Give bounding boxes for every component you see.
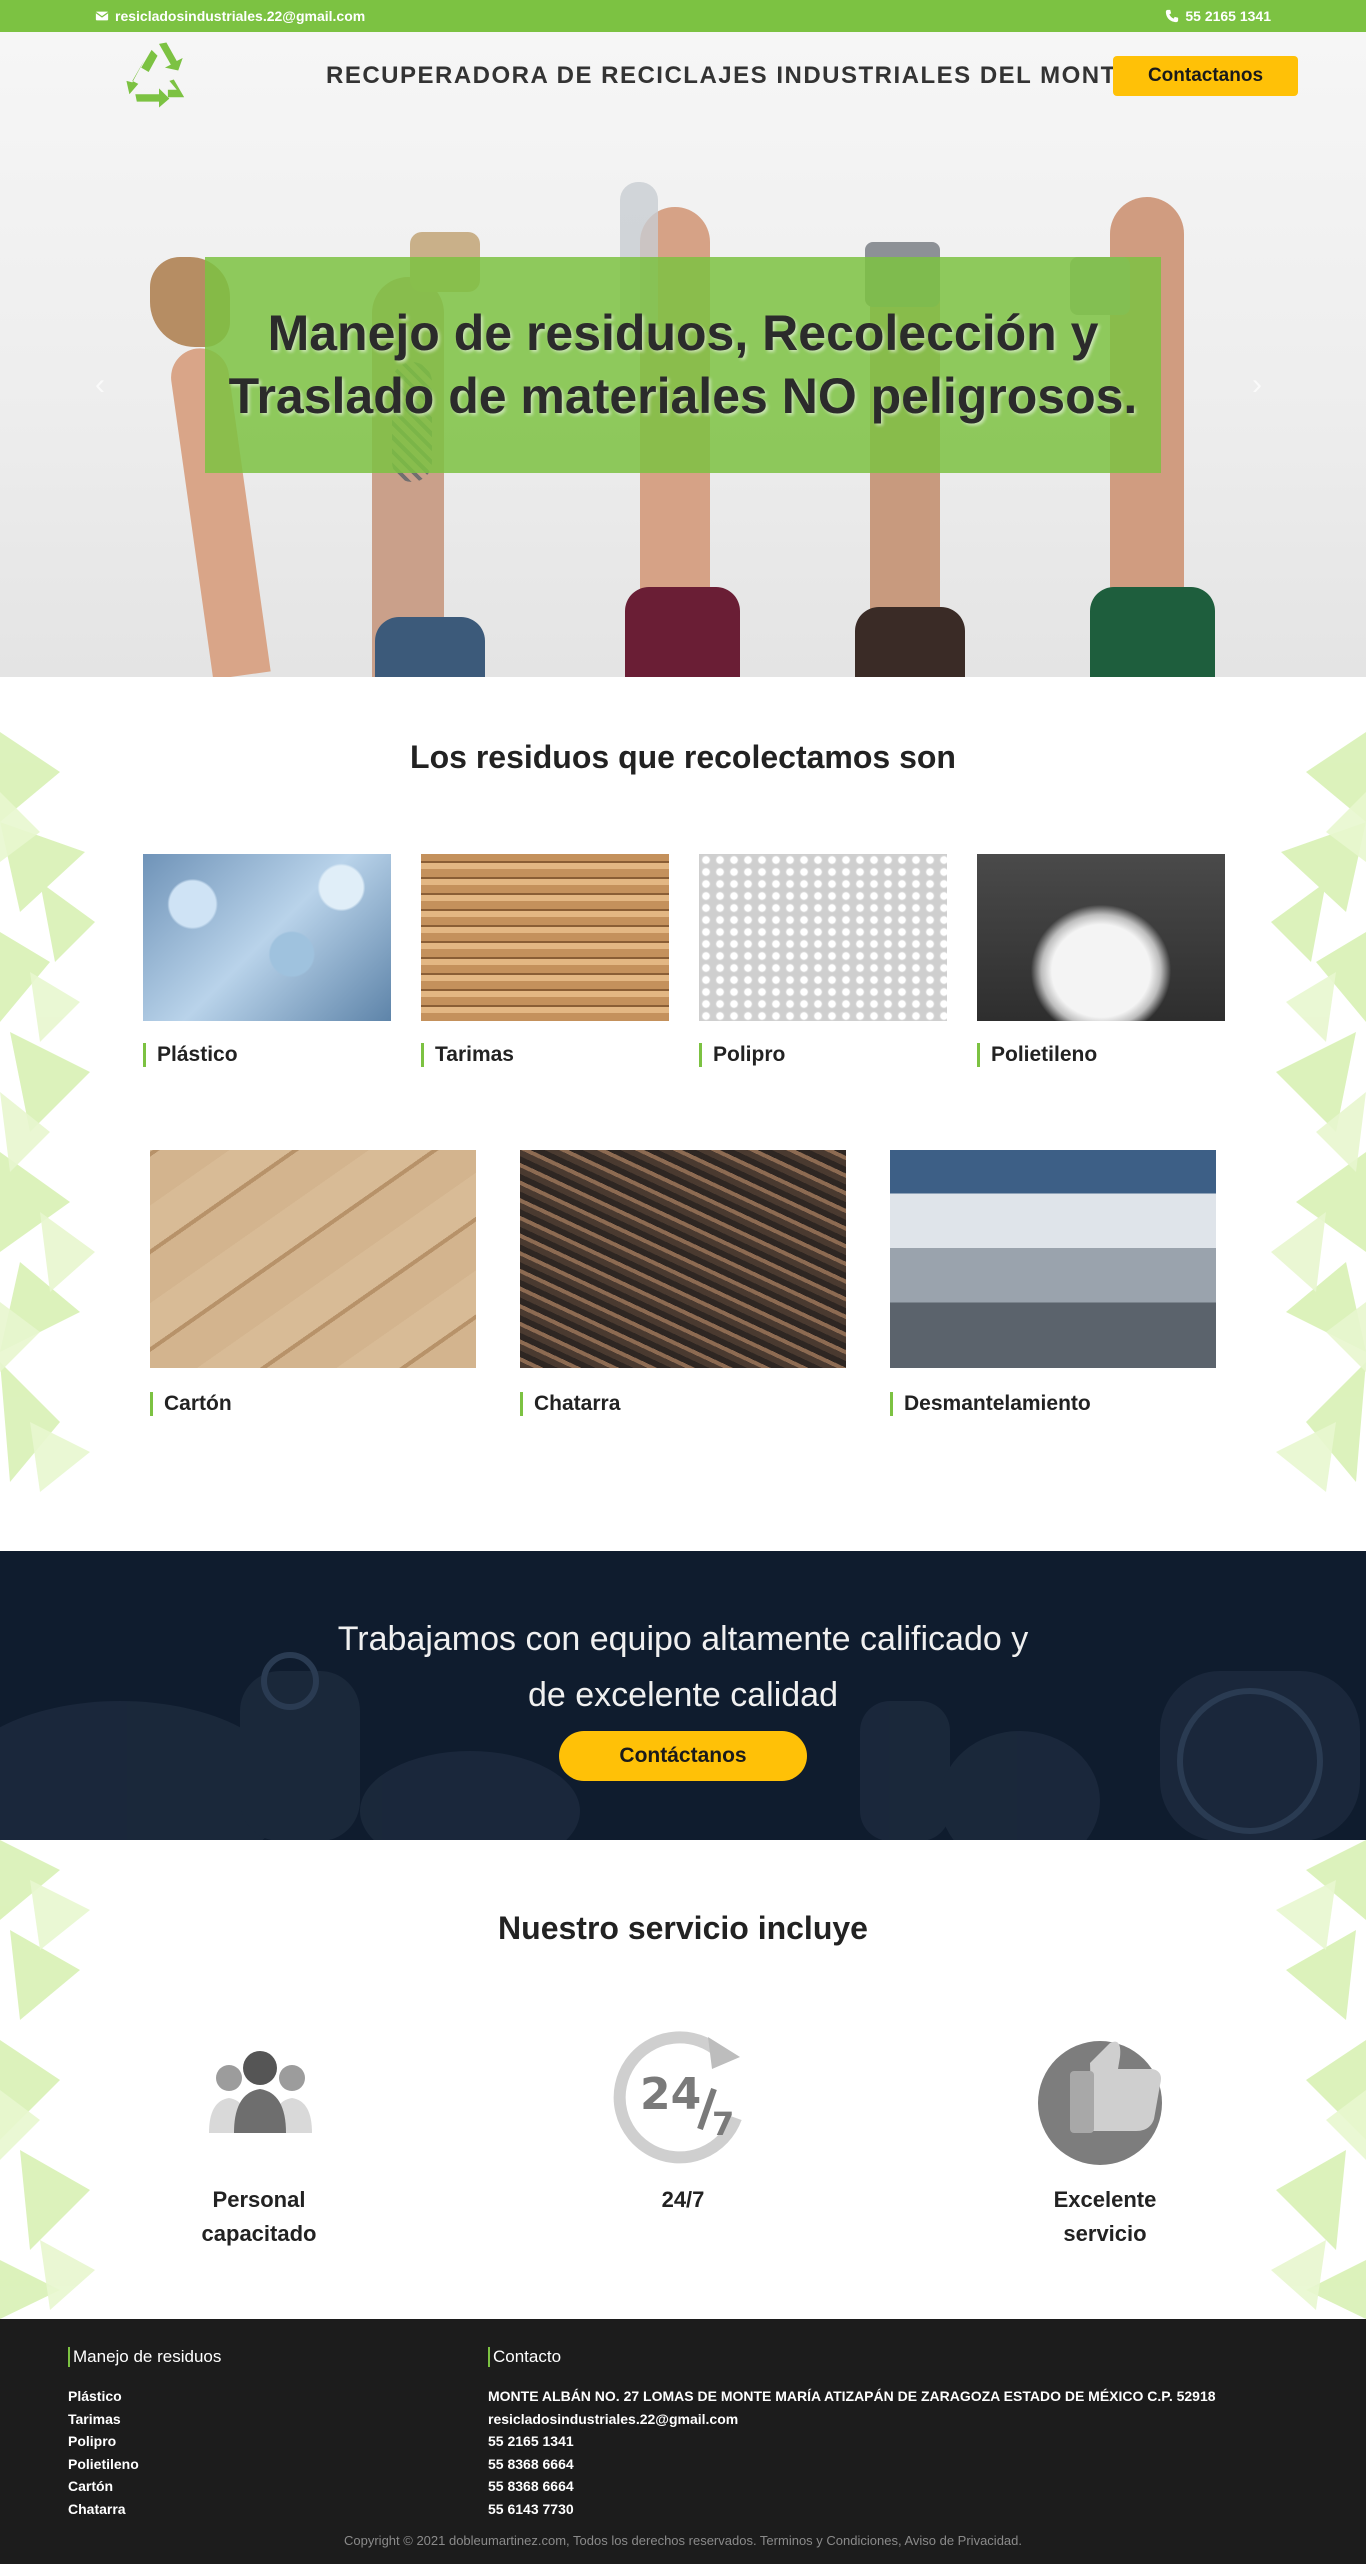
hero-carousel: RECUPERADORA DE RECICLAJES INDUSTRIALES … [0,32,1366,677]
site-footer: Manejo de residuos Plástico Tarimas Poli… [0,2319,1366,2564]
services-section: Nuestro servicio incluye Personal capaci… [0,1840,1366,2319]
waste-types-title: Los residuos que recolectamos son [410,739,956,775]
footer-link[interactable]: Chatarra [68,2498,221,2521]
footer-link[interactable]: Plástico [68,2385,221,2408]
svg-text:7: 7 [712,2105,734,2143]
triangle-pattern-left [0,732,95,1492]
waste-card-cardboard[interactable]: Cartón [150,1150,476,1416]
waste-card-label: Polietileno [977,1043,1225,1067]
pallets-image [421,854,669,1021]
waste-card-scrap[interactable]: Chatarra [520,1150,846,1416]
waste-card-label: Desmantelamiento [890,1392,1216,1416]
topbar-phone-text: 55 2165 1341 [1185,8,1271,24]
hero-headline: Manejo de residuos, Recolección y Trasla… [228,305,1138,424]
triangle-pattern-right [1271,732,1366,1492]
triangle-pattern-left [0,1840,95,2319]
top-contact-bar: resicladosindustriales.22@gmail.com 55 2… [0,0,1366,32]
footer-phone[interactable]: 55 6143 7730 [488,2498,1216,2521]
footer-contact-title: Contacto [488,2347,1216,2367]
footer-phone[interactable]: 55 8368 6664 [488,2453,1216,2476]
recycle-logo-icon[interactable] [122,38,196,112]
service-24-7: 24 7 24/7 [583,2023,783,2217]
clock-24-7-icon: 24 7 [613,2031,742,2164]
contact-button[interactable]: Contactanos [1113,56,1298,96]
footer-phone[interactable]: 55 8368 6664 [488,2475,1216,2498]
polypro-image [699,854,947,1021]
waste-card-label: Tarimas [421,1043,669,1067]
footer-link[interactable]: Cartón [68,2475,221,2498]
waste-card-plastic[interactable]: Plástico [143,854,391,1067]
footer-link[interactable]: Polietileno [68,2453,221,2476]
footer-link[interactable]: Polipro [68,2430,221,2453]
scrap-metal-image [520,1150,846,1368]
waste-card-label: Cartón [150,1392,476,1416]
service-label-line-2: capacitado [201,2221,317,2246]
service-trained-staff: Personal capacitado [159,2023,359,2251]
topbar-email-text: resicladosindustriales.22@gmail.com [115,8,366,24]
footer-email[interactable]: resicladosindustriales.22@gmail.com [488,2408,1216,2431]
footer-contact-list: MONTE ALBÁN NO. 27 LOMAS DE MONTE MARÍA … [488,2385,1216,2520]
main-navbar: RECUPERADORA DE RECICLAJES INDUSTRIALES … [0,32,1366,120]
envelope-icon [95,11,109,21]
banner-line-2: de excelente calidad [527,1676,838,1714]
service-excellence: Excelente servicio [1005,2023,1205,2251]
service-label-line-1: Personal [212,2187,306,2212]
team-icon [209,2051,312,2133]
banner-contact-button[interactable]: Contáctanos [559,1731,807,1781]
waste-card-label: Polipro [699,1043,947,1067]
waste-card-label: Chatarra [520,1392,846,1416]
hero-caption: Manejo de residuos, Recolección y Trasla… [205,257,1161,473]
service-label-line-1: Excelente [1053,2187,1157,2212]
copyright-text: Copyright © 2021 dobleumartinez.com, Tod… [344,2533,1022,2548]
banner-line-1: Trabajamos con equipo altamente califica… [337,1620,1029,1658]
service-label: 24/7 [583,2183,783,2217]
service-label: Personal capacitado [159,2183,359,2251]
polyethylene-image [977,854,1225,1021]
waste-types-row-2: Cartón Chatarra Desmantelamiento [150,1150,1216,1416]
plastic-image [143,854,391,1021]
waste-card-dismantling[interactable]: Desmantelamiento [890,1150,1216,1416]
banner-text: Trabajamos con equipo altamente califica… [0,1551,1366,1723]
service-label-line-1: 24/7 [661,2187,705,2212]
waste-card-pallets[interactable]: Tarimas [421,854,669,1067]
site-title[interactable]: RECUPERADORA DE RECICLAJES INDUSTRIALES … [326,62,1134,90]
cardboard-image [150,1150,476,1368]
waste-card-polypro[interactable]: Polipro [699,854,947,1067]
waste-card-label: Plástico [143,1043,391,1067]
carousel-prev-icon[interactable]: ‹ [95,368,105,402]
service-label-line-2: servicio [1063,2221,1147,2246]
footer-contact-column: Contacto MONTE ALBÁN NO. 27 LOMAS DE MON… [488,2347,1216,2520]
thumbs-up-icon [1038,2041,1162,2165]
triangle-pattern-right [1271,1840,1366,2319]
service-label: Excelente servicio [1005,2183,1205,2251]
waste-card-polyethylene[interactable]: Polietileno [977,854,1225,1067]
footer-address: MONTE ALBÁN NO. 27 LOMAS DE MONTE MARÍA … [488,2388,1216,2404]
footer-link[interactable]: Tarimas [68,2408,221,2431]
footer-waste-title: Manejo de residuos [68,2347,221,2367]
waste-types-row-1: Plástico Tarimas Polipro Polietileno [143,854,1225,1067]
footer-phone[interactable]: 55 2165 1341 [488,2430,1216,2453]
dismantling-image [890,1150,1216,1368]
quality-banner: Trabajamos con equipo altamente califica… [0,1551,1366,1840]
footer-waste-list: Plástico Tarimas Polipro Polietileno Car… [68,2385,221,2520]
footer-waste-column: Manejo de residuos Plástico Tarimas Poli… [68,2347,221,2520]
waste-types-section: Los residuos que recolectamos son Plásti… [0,677,1366,1551]
carousel-next-icon[interactable]: › [1252,368,1262,402]
topbar-phone[interactable]: 55 2165 1341 [1165,8,1271,24]
topbar-email[interactable]: resicladosindustriales.22@gmail.com [95,8,365,24]
phone-icon [1166,9,1179,23]
svg-text:24: 24 [640,2069,701,2120]
services-title: Nuestro servicio incluye [498,1910,868,1946]
